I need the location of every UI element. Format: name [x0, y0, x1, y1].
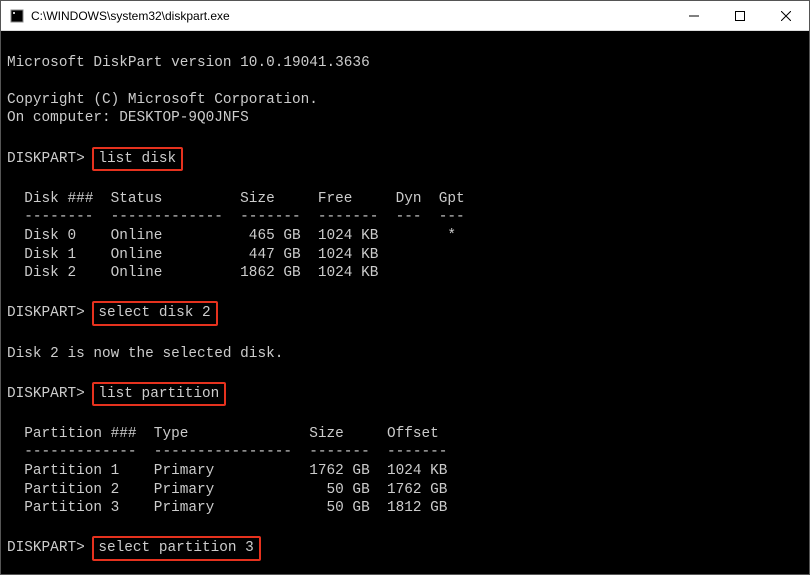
cmd-select-disk: select disk 2	[92, 301, 217, 326]
prompt-line: DISKPART> list partition	[7, 386, 226, 402]
diskpart-prompt: DISKPART>	[7, 305, 85, 321]
copyright-line: Copyright (C) Microsoft Corporation.	[7, 92, 318, 108]
partition-row: Partition 3 Primary 50 GB 1812 GB	[7, 500, 447, 516]
terminal-output[interactable]: Microsoft DiskPart version 10.0.19041.36…	[1, 31, 809, 574]
diskpart-prompt: DISKPART>	[7, 151, 85, 167]
prompt-line: DISKPART> list disk	[7, 151, 183, 167]
blank-line	[7, 284, 16, 300]
prompt-line: DISKPART> select disk 2	[7, 305, 218, 321]
disk-table-sep: -------- ------------- ------- ------- -…	[7, 209, 465, 225]
version-line: Microsoft DiskPart version 10.0.19041.36…	[7, 55, 370, 71]
partition-table-header: Partition ### Type Size Offset	[7, 426, 439, 442]
minimize-button[interactable]	[671, 1, 717, 31]
blank-line	[7, 407, 16, 423]
blank-line	[7, 519, 16, 535]
disk-table-header: Disk ### Status Size Free Dyn Gpt	[7, 191, 465, 207]
blank-line	[7, 73, 16, 89]
partition-row: Partition 1 Primary 1762 GB 1024 KB	[7, 463, 447, 479]
disk-row: Disk 1 Online 447 GB 1024 KB	[7, 247, 378, 263]
cmd-select-partition: select partition 3	[92, 536, 260, 561]
cmd-list-disk: list disk	[92, 147, 183, 172]
close-button[interactable]	[763, 1, 809, 31]
computer-line: On computer: DESKTOP-9Q0JNFS	[7, 110, 249, 126]
diskpart-prompt: DISKPART>	[7, 386, 85, 402]
titlebar[interactable]: C:\WINDOWS\system32\diskpart.exe	[1, 1, 809, 31]
window-title: C:\WINDOWS\system32\diskpart.exe	[31, 9, 230, 23]
app-icon	[9, 8, 25, 24]
cmd-list-partition: list partition	[92, 382, 226, 407]
prompt-line: DISKPART> select partition 3	[7, 540, 261, 556]
partition-table-sep: ------------- ---------------- ------- -…	[7, 444, 447, 460]
blank-line	[7, 172, 16, 188]
diskpart-prompt: DISKPART>	[7, 540, 85, 556]
blank-line	[7, 129, 16, 145]
blank-line	[7, 364, 16, 380]
blank-line	[7, 562, 16, 574]
disk-row: Disk 0 Online 465 GB 1024 KB *	[7, 228, 456, 244]
maximize-button[interactable]	[717, 1, 763, 31]
diskpart-window: C:\WINDOWS\system32\diskpart.exe Microso…	[0, 0, 810, 575]
disk-row: Disk 2 Online 1862 GB 1024 KB	[7, 265, 378, 281]
blank-line	[7, 327, 16, 343]
partition-row: Partition 2 Primary 50 GB 1762 GB	[7, 482, 447, 498]
msg-line: Disk 2 is now the selected disk.	[7, 346, 283, 362]
